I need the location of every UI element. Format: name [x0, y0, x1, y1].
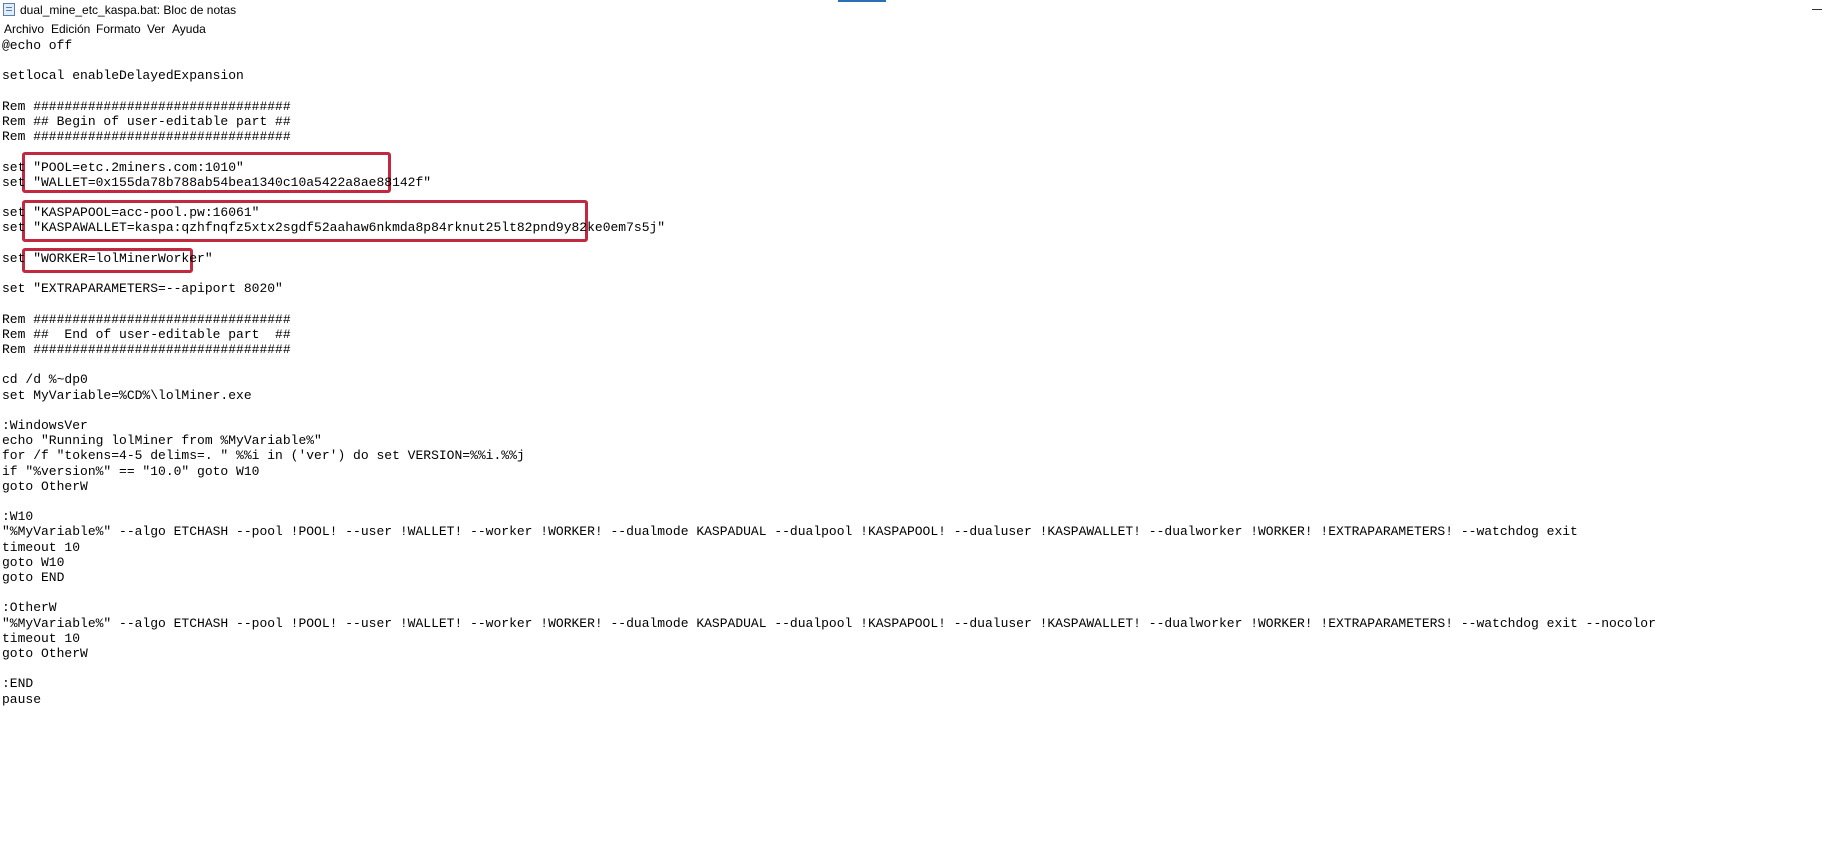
- minimize-button[interactable]: [1794, 0, 1840, 20]
- code-line: goto W10: [2, 554, 65, 570]
- notepad-icon: [3, 3, 15, 16]
- code-line: cd /d %~dp0: [2, 372, 88, 388]
- code-line: pause: [2, 691, 42, 707]
- title-accent: [838, 0, 886, 2]
- menu-bar: Archivo Edición Formato Ver Ayuda: [0, 20, 1840, 38]
- text-editor[interactable]: @echo off setlocal enableDelayedExpansion…: [0, 38, 1840, 855]
- code-line: set "EXTRAPARAMETERS=--apiport 8020": [2, 281, 283, 297]
- code-line: :END: [2, 676, 34, 692]
- code-line: Rem #################################: [2, 129, 291, 145]
- code-line: set "KASPAWALLET=kaspa:qzhfnqfz5xtx2sgdf…: [2, 220, 666, 236]
- code-line: goto END: [2, 570, 65, 585]
- code-line: set MyVariable=%CD%\lolMiner.exe: [2, 387, 252, 403]
- code-line: for /f "tokens=4-5 delims=. " %%i in ('v…: [2, 448, 525, 464]
- code-line: :WindowsVer: [2, 418, 88, 433]
- code-line: :W10: [2, 509, 34, 525]
- code-line: set "WALLET=0x155da78b788ab54bea1340c10a…: [2, 174, 432, 190]
- code-line: set "WORKER=lolMinerWorker": [2, 250, 213, 266]
- code-line: goto OtherW: [2, 478, 88, 494]
- code-line: echo "Running lolMiner from %MyVariable%…: [2, 433, 322, 449]
- code-line: set "KASPAPOOL=acc-pool.pw:16061": [2, 205, 260, 221]
- menu-edicion[interactable]: Edición: [51, 22, 90, 36]
- code-line: "%MyVariable%" --algo ETCHASH --pool !PO…: [2, 615, 1656, 631]
- code-line: Rem #################################: [2, 311, 291, 327]
- code-line: goto OtherW: [2, 646, 88, 661]
- code-line: Rem ## End of user-editable part ##: [2, 326, 291, 342]
- code-line: "%MyVariable%" --algo ETCHASH --pool !PO…: [2, 524, 1578, 540]
- code-line: timeout 10: [2, 630, 81, 646]
- code-line: Rem #################################: [2, 98, 291, 114]
- menu-ver[interactable]: Ver: [147, 22, 165, 36]
- code-line: setlocal enableDelayedExpansion: [2, 68, 244, 84]
- menu-formato[interactable]: Formato: [96, 22, 141, 36]
- code-line: Rem #################################: [2, 342, 291, 357]
- window-title: dual_mine_etc_kaspa.bat: Bloc de notas: [20, 3, 237, 17]
- menu-ayuda[interactable]: Ayuda: [172, 22, 206, 36]
- code-line: Rem ## Begin of user-editable part ##: [2, 114, 291, 129]
- code-line: timeout 10: [2, 539, 81, 555]
- code-line: :OtherW: [2, 600, 57, 616]
- code-line: @echo off: [2, 38, 73, 53]
- code-line: set "POOL=etc.2miners.com:1010": [2, 159, 244, 175]
- code-line: if "%version%" == "10.0" goto W10: [2, 463, 260, 479]
- title-bar: dual_mine_etc_kaspa.bat: Bloc de notas: [0, 0, 1840, 20]
- menu-archivo[interactable]: Archivo: [4, 22, 44, 36]
